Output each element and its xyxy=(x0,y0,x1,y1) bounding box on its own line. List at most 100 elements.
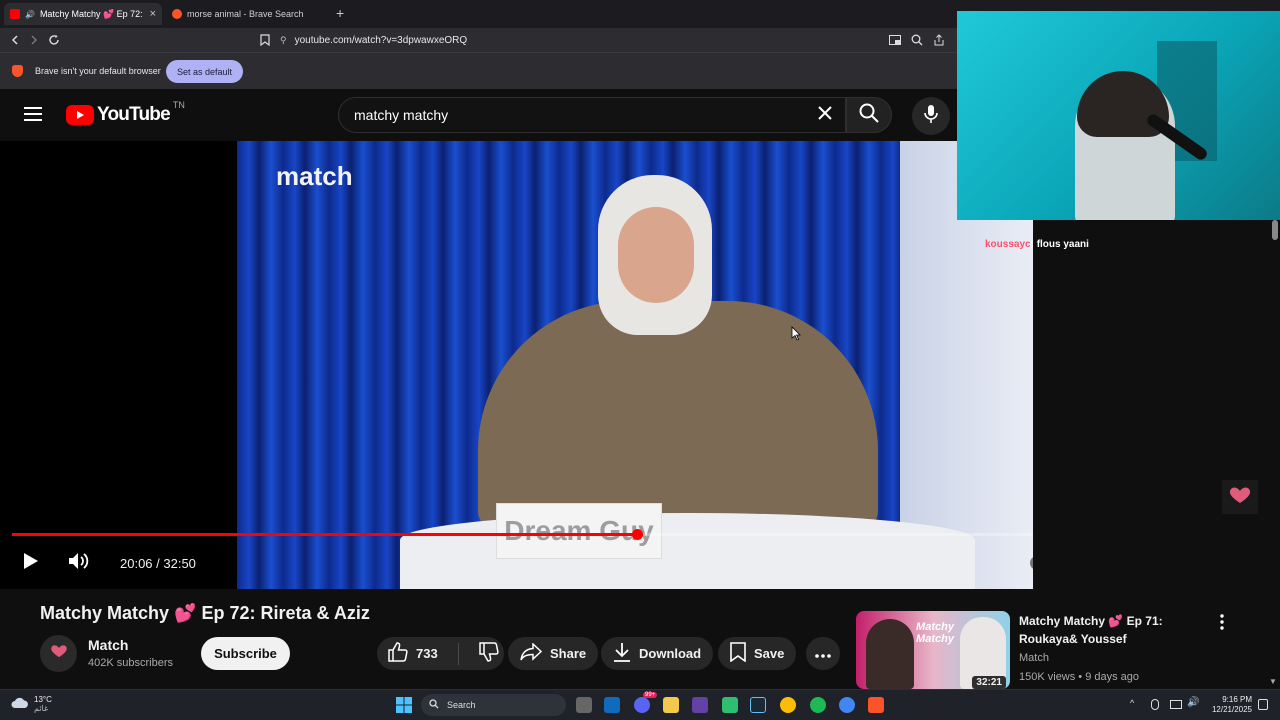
clock-date: 12/21/2025 xyxy=(1211,705,1252,714)
microphone-icon xyxy=(924,104,938,129)
recommended-channel[interactable]: Match xyxy=(1019,652,1049,664)
tab-brave-search[interactable]: morse animal - Brave Search xyxy=(166,3,326,25)
tab-title: morse animal - Brave Search xyxy=(187,9,304,19)
spotify-icon[interactable] xyxy=(810,697,826,713)
channel-name[interactable]: Match xyxy=(88,637,128,653)
studio-table xyxy=(400,513,975,589)
task-view-icon[interactable] xyxy=(576,697,592,713)
brave-search-favicon-icon xyxy=(172,9,182,19)
tray-volume-icon[interactable]: 🔊 xyxy=(1187,697,1199,708)
search-query: matchy matchy xyxy=(354,107,449,123)
brave-icon[interactable] xyxy=(868,697,884,713)
share-button[interactable]: Share xyxy=(508,637,599,670)
search-button[interactable] xyxy=(846,97,892,133)
time-display: 20:06 / 32:50 xyxy=(106,548,210,578)
youtube-logo-text: YouTube xyxy=(97,104,171,125)
outlook-icon[interactable] xyxy=(604,697,620,713)
save-button[interactable]: Save xyxy=(718,637,797,670)
chrome-icon[interactable] xyxy=(780,697,796,713)
youtube-logo[interactable]: YouTube TN xyxy=(66,100,185,126)
taskbar-search-label: Search xyxy=(447,700,476,710)
like-button[interactable]: 733 xyxy=(377,642,450,665)
close-tab-icon[interactable]: × xyxy=(150,8,156,20)
file-explorer-icon[interactable] xyxy=(663,697,679,713)
zoom-icon[interactable] xyxy=(908,31,926,49)
taskbar-search[interactable]: Search xyxy=(421,694,566,716)
bookmark-icon[interactable] xyxy=(256,31,274,49)
speaker-icon[interactable]: 🔊 xyxy=(25,10,35,19)
match-logo-icon xyxy=(49,643,69,664)
discord-icon[interactable] xyxy=(634,697,650,713)
forward-arrow-icon[interactable] xyxy=(25,31,43,49)
back-arrow-icon[interactable] xyxy=(6,31,24,49)
search-icon xyxy=(859,103,879,128)
new-tab-button[interactable]: + xyxy=(336,5,344,21)
recommended-thumbnail[interactable]: Matchy Matchy 32:21 xyxy=(856,611,1010,689)
tab-title: Matchy Matchy 💕 Ep 72: Ri xyxy=(39,8,145,19)
site-info-icon[interactable]: ⚲ xyxy=(280,35,287,46)
dislike-button[interactable] xyxy=(467,642,499,665)
recommended-more-icon[interactable] xyxy=(1218,614,1226,635)
cloud-icon xyxy=(11,697,29,711)
more-actions-button[interactable] xyxy=(806,637,840,670)
chat-text: : flous yaani xyxy=(1030,239,1089,250)
scroll-down-arrow-icon[interactable]: ▼ xyxy=(1269,677,1279,687)
volume-button[interactable] xyxy=(62,546,96,580)
download-button[interactable]: Download xyxy=(601,637,714,670)
voice-search-button[interactable] xyxy=(912,97,950,135)
reload-icon[interactable] xyxy=(45,31,63,49)
weather-condition: غائم xyxy=(34,704,49,713)
share-page-icon[interactable] xyxy=(930,31,948,49)
like-divider xyxy=(458,642,459,665)
save-label: Save xyxy=(754,646,785,661)
thumb-person-left xyxy=(866,619,914,689)
video-player[interactable]: match Dream Guy 20:06 / 32:50 CC xyxy=(0,141,1033,589)
channel-watermark-button[interactable] xyxy=(1222,480,1258,514)
recommended-title[interactable]: Matchy Matchy 💕 Ep 71: Roukaya& Youssef xyxy=(1019,612,1204,648)
hamburger-menu-icon[interactable] xyxy=(24,106,44,127)
tray-mic-icon[interactable] xyxy=(1151,699,1159,710)
windows-start-icon[interactable] xyxy=(396,697,412,718)
progress-scrubber[interactable] xyxy=(631,529,643,540)
volume-icon xyxy=(68,552,90,575)
recommended-meta: 150K views • 9 days ago xyxy=(1019,671,1140,683)
match-watermark: match xyxy=(276,161,353,191)
play-button[interactable] xyxy=(18,551,44,575)
more-horizontal-icon xyxy=(815,646,831,661)
tab-youtube[interactable]: 🔊 Matchy Matchy 💕 Ep 72: Ri × xyxy=(4,3,162,25)
notification-icon[interactable] xyxy=(1258,699,1268,710)
thumb-title-text: Matchy Matchy xyxy=(916,621,954,645)
scrollbar-thumb[interactable] xyxy=(1272,220,1278,240)
tray-chevron-icon[interactable]: ^ xyxy=(1130,698,1134,708)
search-input[interactable]: matchy matchy xyxy=(338,97,846,133)
video-title: Matchy Matchy 💕 Ep 72: Rireta & Aziz xyxy=(40,603,370,623)
chrome-profile-icon[interactable] xyxy=(839,697,855,713)
weather-widget[interactable]: 13°C غائم xyxy=(11,695,52,713)
chat-username: koussayc xyxy=(985,239,1031,250)
subscriber-count: 402K subscribers xyxy=(88,657,173,669)
like-dislike-group: 733 xyxy=(377,637,504,670)
tray-network-icon[interactable] xyxy=(1170,700,1182,709)
green-app-icon[interactable] xyxy=(722,697,738,713)
progress-bar[interactable] xyxy=(12,529,1033,540)
set-as-default-button[interactable]: Set as default xyxy=(166,60,244,83)
streamer-webcam xyxy=(957,11,1280,220)
share-arrow-icon xyxy=(520,642,543,664)
handshake-heart-icon xyxy=(1227,485,1253,510)
channel-avatar[interactable] xyxy=(40,635,77,672)
thumbs-up-icon xyxy=(388,642,408,665)
download-label: Download xyxy=(639,646,702,661)
picture-in-picture-icon[interactable] xyxy=(886,31,904,49)
twitch-icon[interactable] xyxy=(692,697,708,713)
like-count: 733 xyxy=(416,646,438,661)
temperature: 13°C xyxy=(34,695,52,704)
steam-icon[interactable] xyxy=(750,697,766,713)
url-text: youtube.com/watch?v=3dpwawxeORQ xyxy=(294,34,468,46)
address-bar[interactable]: ⚲ youtube.com/watch?v=3dpwawxeORQ xyxy=(280,30,950,50)
play-icon xyxy=(23,552,39,575)
person-torso xyxy=(478,301,878,531)
download-icon xyxy=(613,642,631,665)
system-clock[interactable]: 9:16 PM 12/21/2025 xyxy=(1200,695,1252,715)
subscribe-button[interactable]: Subscribe xyxy=(201,637,290,670)
clear-search-icon[interactable] xyxy=(817,105,833,124)
